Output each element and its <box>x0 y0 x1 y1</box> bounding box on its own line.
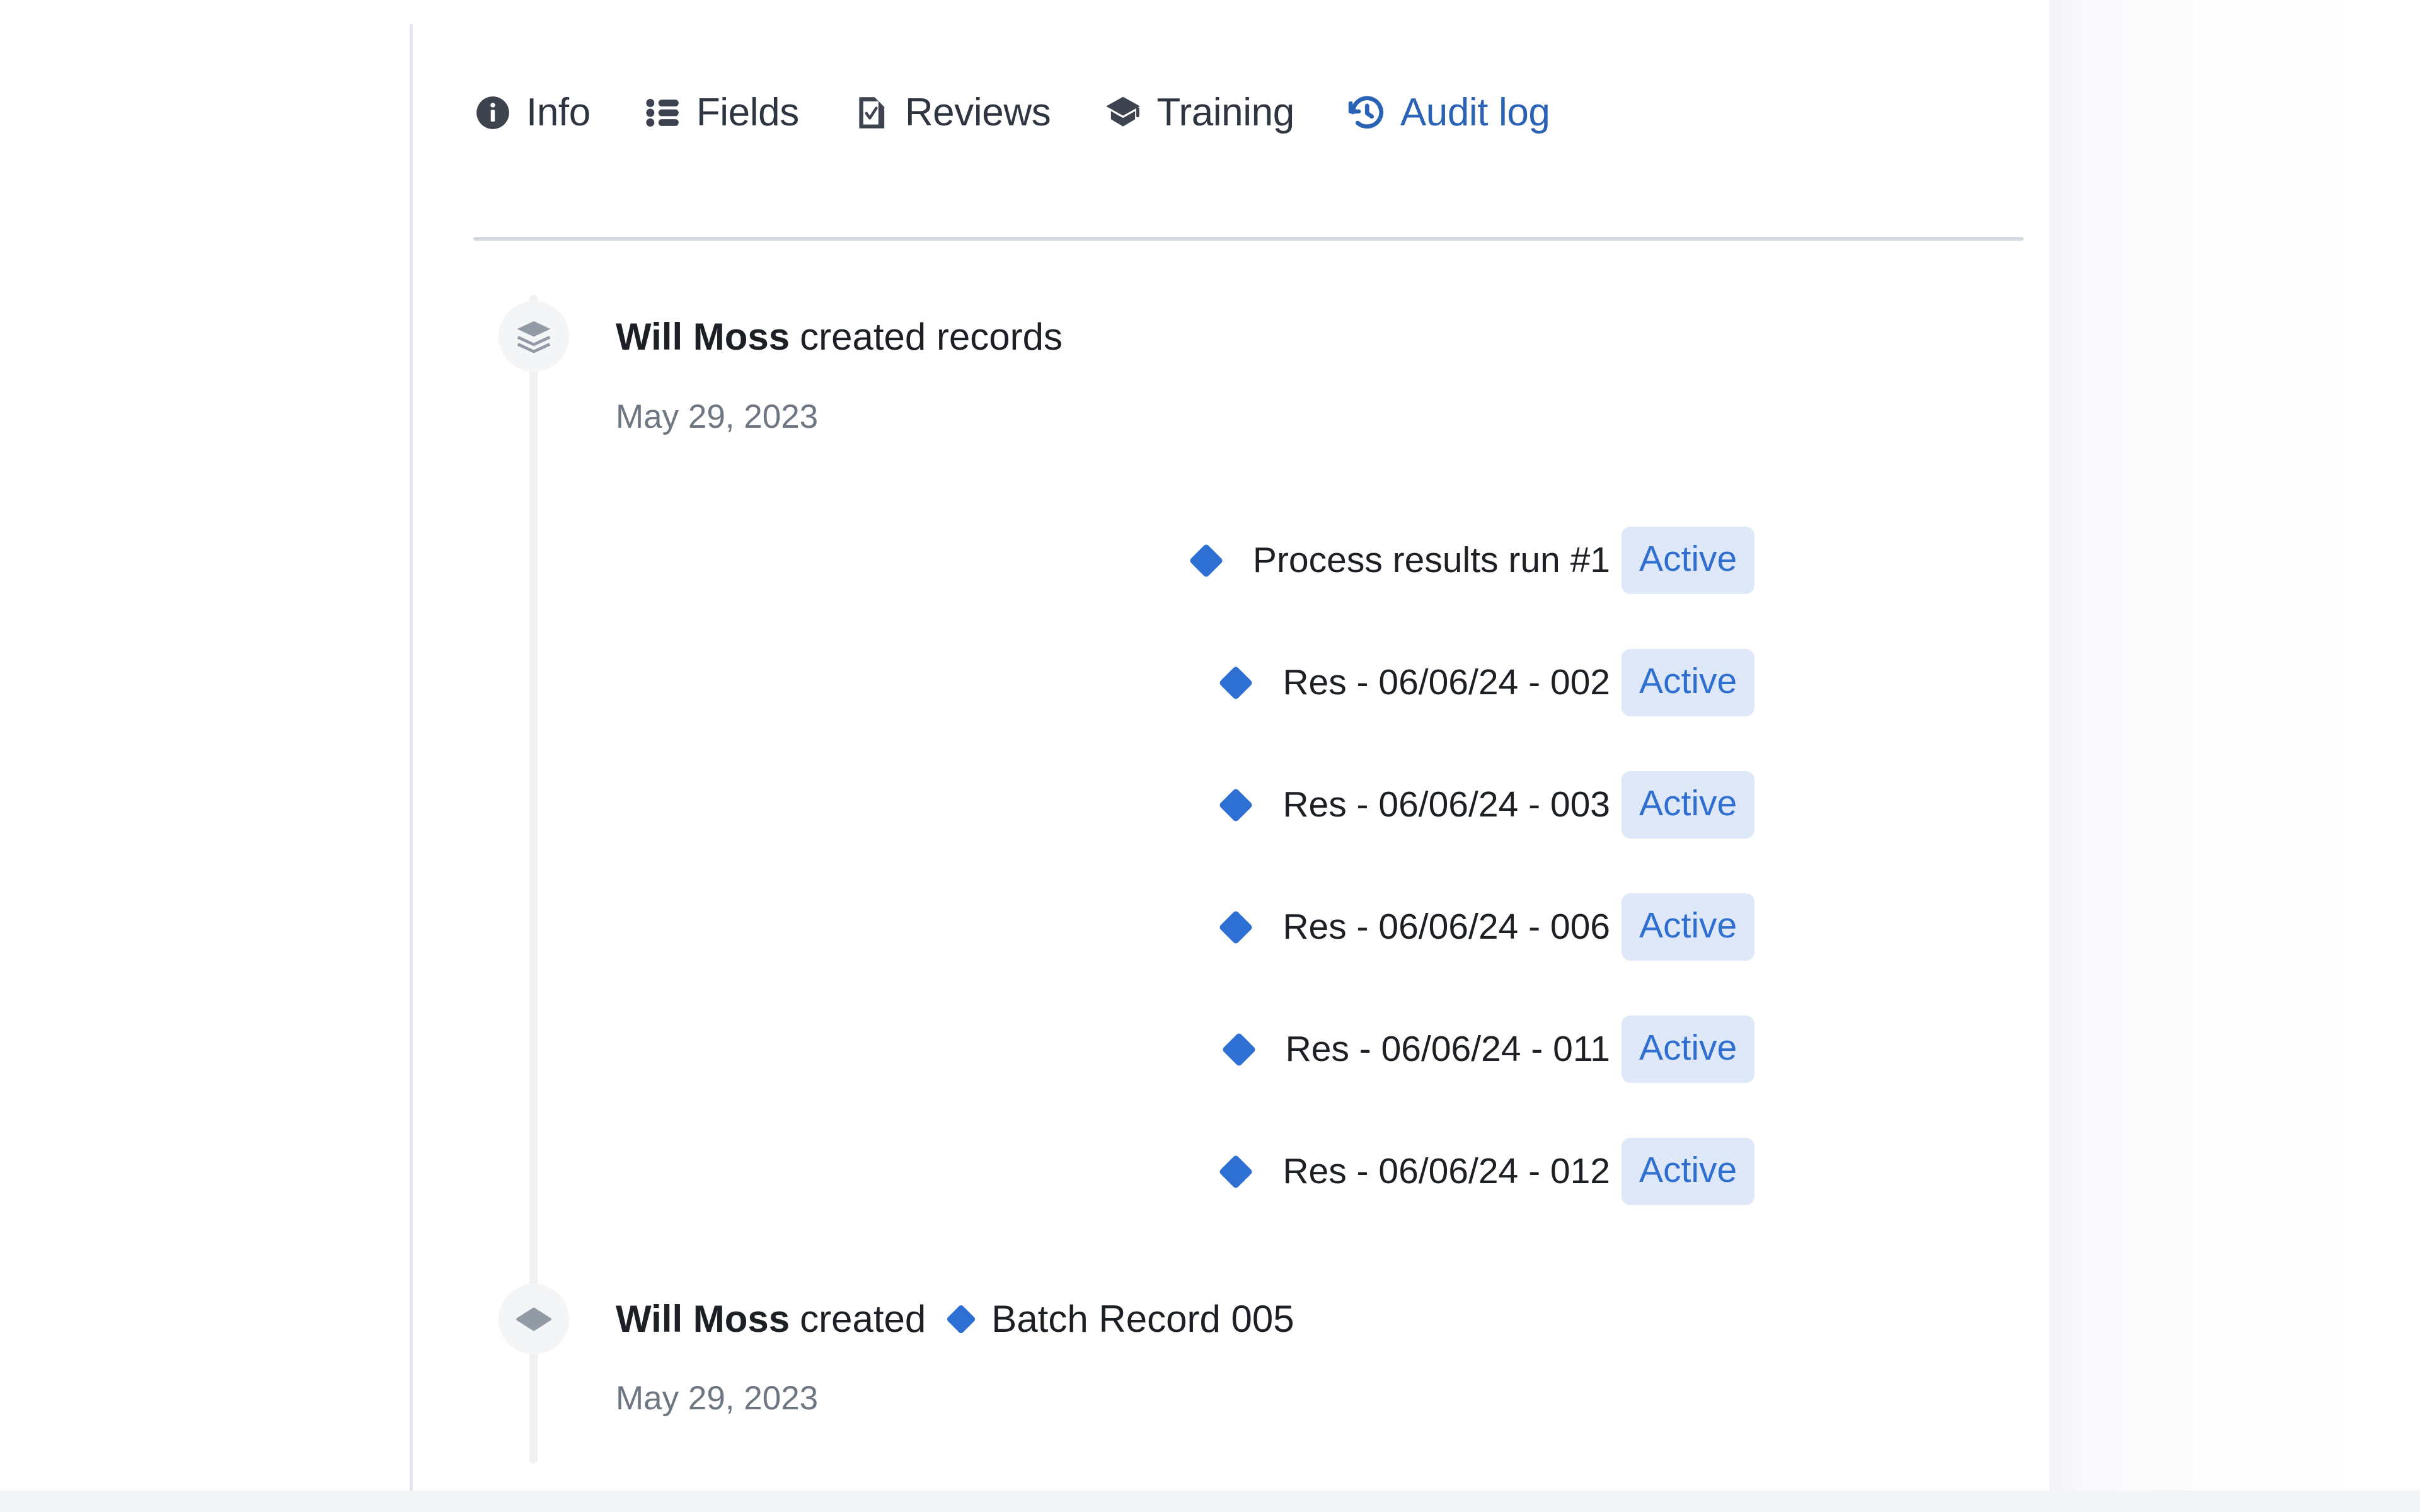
event-date: May 29, 2023 <box>616 1380 819 1417</box>
record-row[interactable]: Res - 06/06/24 - 002 Active <box>1217 649 1755 716</box>
record-label: Res - 06/06/24 - 002 <box>1282 662 1610 702</box>
panel-right-shadow <box>2049 0 2420 1491</box>
diamond-icon <box>1217 1153 1255 1191</box>
event-verb: created records <box>800 316 1063 358</box>
record-label: Process results run #1 <box>1252 540 1610 580</box>
event-title: Will Moss created records <box>616 318 1063 356</box>
diamond-icon <box>1217 908 1255 946</box>
diamond-icon <box>1217 664 1255 702</box>
event-avatar <box>498 301 569 372</box>
record-row[interactable]: Res - 06/06/24 - 003 Active <box>1217 771 1755 839</box>
page-bottom-strip <box>0 1491 2420 1512</box>
event-date: May 29, 2023 <box>616 398 819 435</box>
record-row[interactable]: Res - 06/06/24 - 006 Active <box>1217 893 1755 961</box>
event-object: Batch Record 005 <box>991 1298 1294 1340</box>
status-badge: Active <box>1622 649 1755 716</box>
diamond-icon <box>1220 1031 1258 1068</box>
record-label: Res - 06/06/24 - 006 <box>1282 907 1610 947</box>
audit-log-timeline: Will Moss created records May 29, 2023 P… <box>413 24 2049 1491</box>
event-verb: created <box>800 1298 926 1340</box>
status-badge: Active <box>1622 893 1755 961</box>
status-badge: Active <box>1622 1138 1755 1205</box>
event-title: Will Moss created Batch Record 005 <box>616 1300 1294 1338</box>
diamond-icon <box>1217 786 1255 824</box>
record-row[interactable]: Res - 06/06/24 - 012 Active <box>1217 1138 1755 1205</box>
event-actor: Will Moss <box>616 1298 790 1340</box>
record-label: Res - 06/06/24 - 012 <box>1282 1151 1610 1191</box>
record-label: Res - 06/06/24 - 003 <box>1282 784 1610 825</box>
diamond-icon <box>926 1303 991 1336</box>
diamond-flat-icon <box>514 1300 553 1339</box>
status-badge: Active <box>1622 1016 1755 1083</box>
diamond-icon <box>1187 542 1225 580</box>
record-label: Res - 06/06/24 - 011 <box>1285 1029 1610 1069</box>
detail-panel: Info Fields Reviews Training Audit log W… <box>410 24 2049 1491</box>
page-root: Info Fields Reviews Training Audit log W… <box>0 0 2420 1512</box>
event-avatar <box>498 1284 569 1354</box>
record-row[interactable]: Res - 06/06/24 - 011 Active <box>1220 1016 1755 1083</box>
status-badge: Active <box>1622 771 1755 839</box>
status-badge: Active <box>1622 527 1755 594</box>
event-actor: Will Moss <box>616 316 790 358</box>
layers-stack-icon <box>514 317 553 356</box>
record-row[interactable]: Process results run #1 Active <box>1187 527 1755 594</box>
